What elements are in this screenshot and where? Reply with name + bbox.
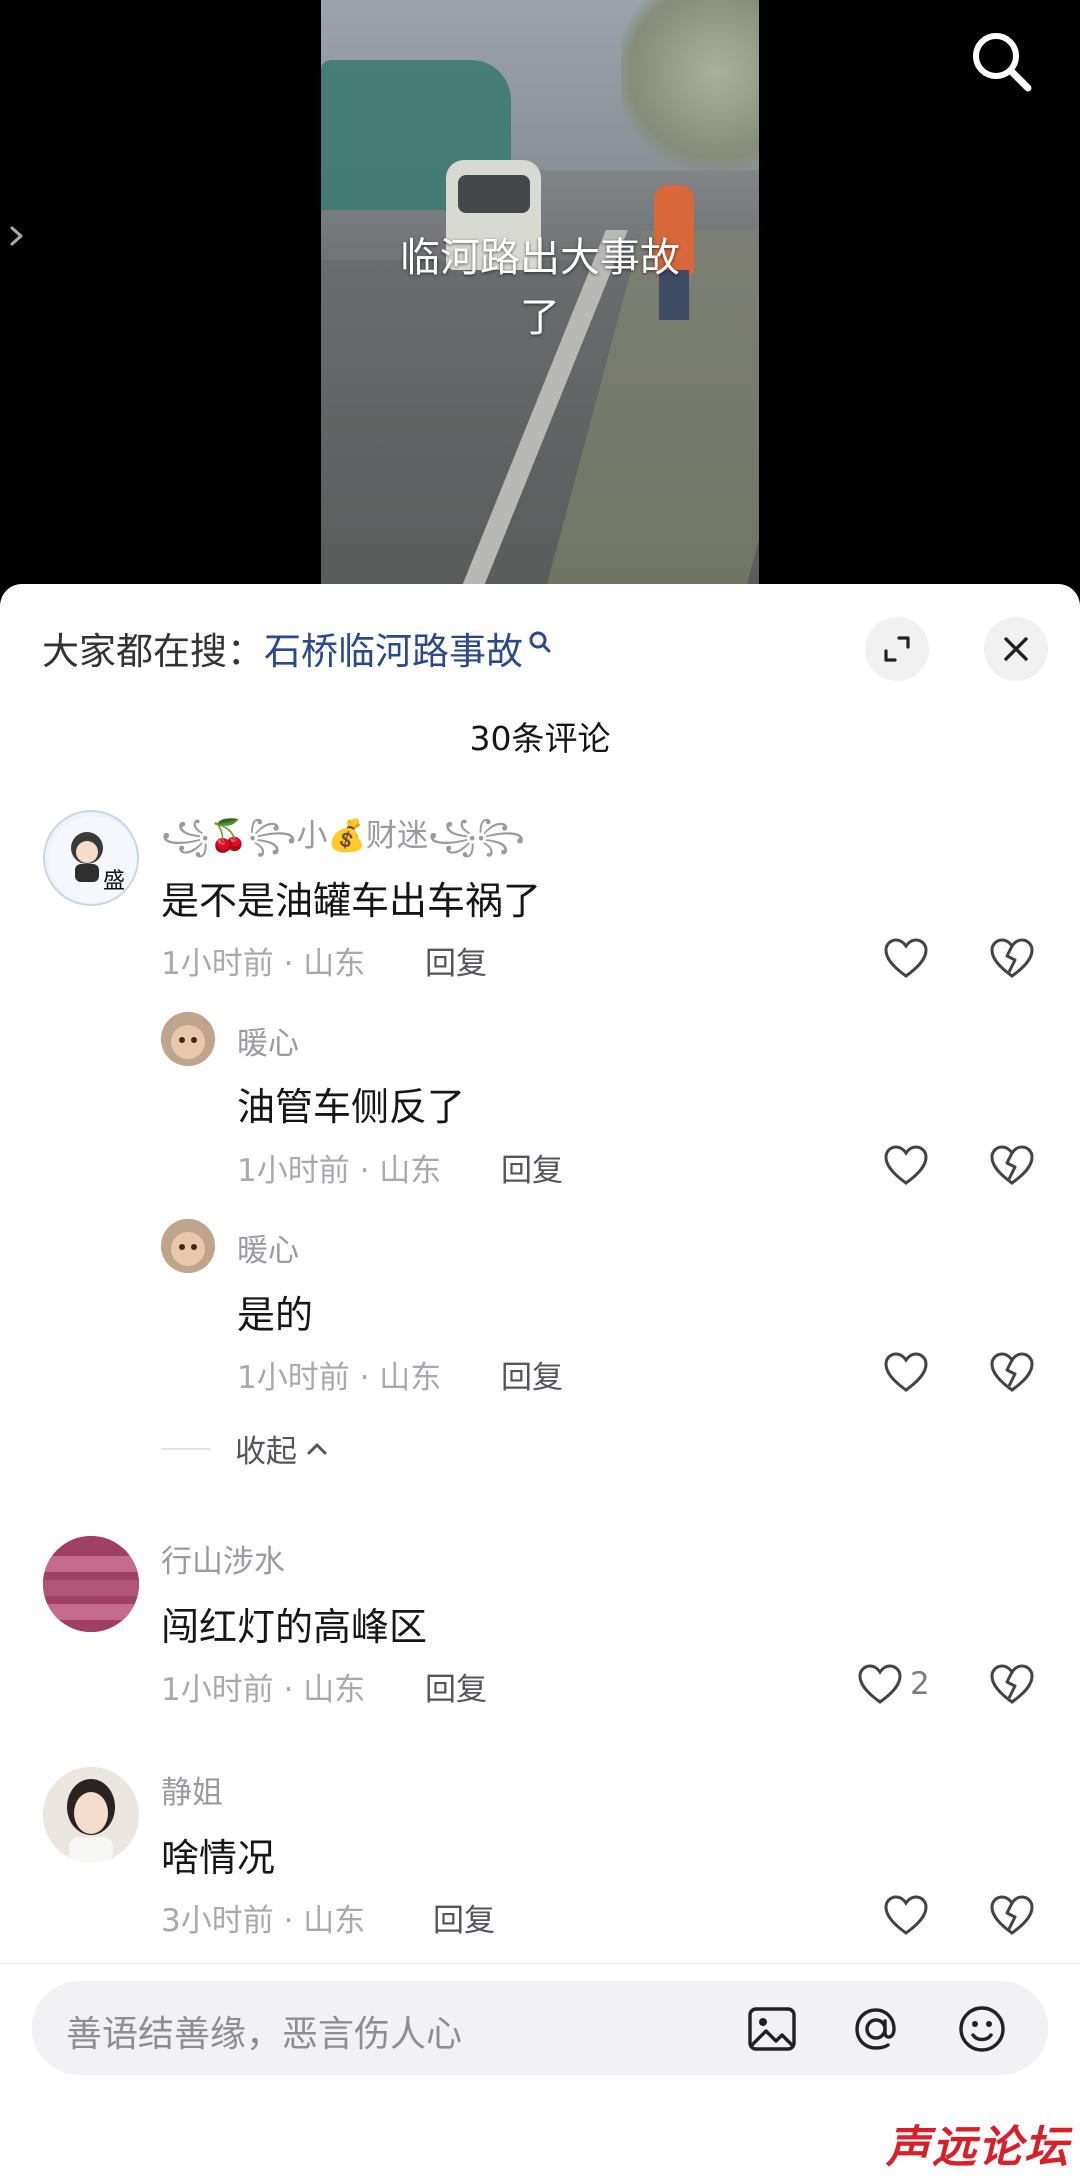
comment-username[interactable]: 行山涉水 (161, 1536, 285, 1581)
avatar[interactable] (161, 1012, 215, 1066)
avatar-badge-text: 盛 (103, 869, 125, 894)
comment-sheet: 大家都在搜： 石桥临河路事故 30条评论 盛 ꧁🍒꧂小💰财迷꧁꧂ 是不是油罐车出… (0, 584, 1080, 2181)
avatar[interactable] (43, 1767, 139, 1863)
comment-input-placeholder: 善语结善缘，恶言伤人心 (66, 2014, 463, 2055)
like-count: 2 (910, 1666, 930, 1702)
broken-heart-icon[interactable] (988, 936, 1036, 980)
heart-icon[interactable] (882, 1893, 930, 1937)
emoji-icon[interactable] (954, 2001, 1010, 2057)
comment-meta: 1小时前 · 山东 (237, 1360, 442, 1396)
close-button[interactable] (984, 617, 1048, 681)
collapse-replies-button[interactable]: 收起 (161, 1426, 331, 1471)
collapse-label: 收起 (235, 1434, 297, 1470)
broken-heart-icon[interactable] (988, 1350, 1036, 1394)
avatar[interactable] (161, 1219, 215, 1273)
video-player[interactable]: 临河路出大事故了 (0, 0, 1080, 600)
comment-meta: 1小时前 · 山东 (161, 946, 366, 982)
search-icon[interactable] (966, 26, 1038, 98)
heart-icon[interactable] (882, 1350, 930, 1394)
comment-content: 是的 (237, 1293, 314, 1337)
heart-icon[interactable] (856, 1662, 904, 1706)
comment-content: 闯红灯的高峰区 (161, 1605, 428, 1649)
comment-username[interactable]: 静姐 (161, 1767, 223, 1812)
avatar[interactable] (43, 1536, 139, 1632)
comment-meta: 3小时前 · 山东 (161, 1903, 366, 1939)
chevron-up-icon (307, 1443, 327, 1454)
broken-heart-icon[interactable] (988, 1662, 1036, 1706)
hot-search-label: 大家都在搜： (42, 630, 264, 673)
reply-button[interactable]: 回复 (433, 1895, 495, 1940)
reply-button[interactable]: 回复 (425, 1664, 487, 1709)
comment-content: 啥情况 (161, 1836, 276, 1880)
comment-meta: 1小时前 · 山东 (161, 1672, 366, 1708)
comment-username[interactable]: 暖心 (237, 1225, 299, 1270)
at-icon[interactable] (848, 2001, 904, 2057)
reply-button[interactable]: 回复 (425, 938, 487, 983)
close-icon (1004, 637, 1028, 661)
comment-content: 油管车侧反了 (237, 1085, 466, 1129)
broken-heart-icon[interactable] (988, 1893, 1036, 1937)
reply-button[interactable]: 回复 (501, 1145, 563, 1190)
comment-count: 30条评论 (469, 719, 611, 758)
hot-search-query[interactable]: 石桥临河路事故 (264, 621, 523, 675)
expand-icon (884, 636, 910, 662)
comment-username[interactable]: ꧁🍒꧂小💰财迷꧁꧂ (161, 810, 525, 875)
comment-meta: 1小时前 · 山东 (237, 1153, 442, 1189)
comment-input[interactable]: 善语结善缘，恶言伤人心 (32, 1981, 1048, 2075)
comment-username[interactable]: 暖心 (237, 1018, 299, 1063)
search-icon (529, 631, 551, 653)
expand-button[interactable] (865, 617, 929, 681)
chevron-right-icon[interactable] (8, 222, 28, 250)
heart-icon[interactable] (882, 1143, 930, 1187)
comment-content: 是不是油罐车出车祸了 (161, 879, 542, 923)
broken-heart-icon[interactable] (988, 1143, 1036, 1187)
hot-search[interactable]: 大家都在搜： 石桥临河路事故 (42, 618, 553, 678)
watermark-logo: 声远论坛 (886, 2122, 1070, 2173)
reply-button[interactable]: 回复 (501, 1352, 563, 1397)
heart-icon[interactable] (882, 936, 930, 980)
image-icon[interactable] (744, 2001, 800, 2057)
divider (161, 1447, 211, 1450)
avatar[interactable]: 盛 (43, 810, 139, 906)
video-caption: 临河路出大事故了 (400, 235, 680, 341)
